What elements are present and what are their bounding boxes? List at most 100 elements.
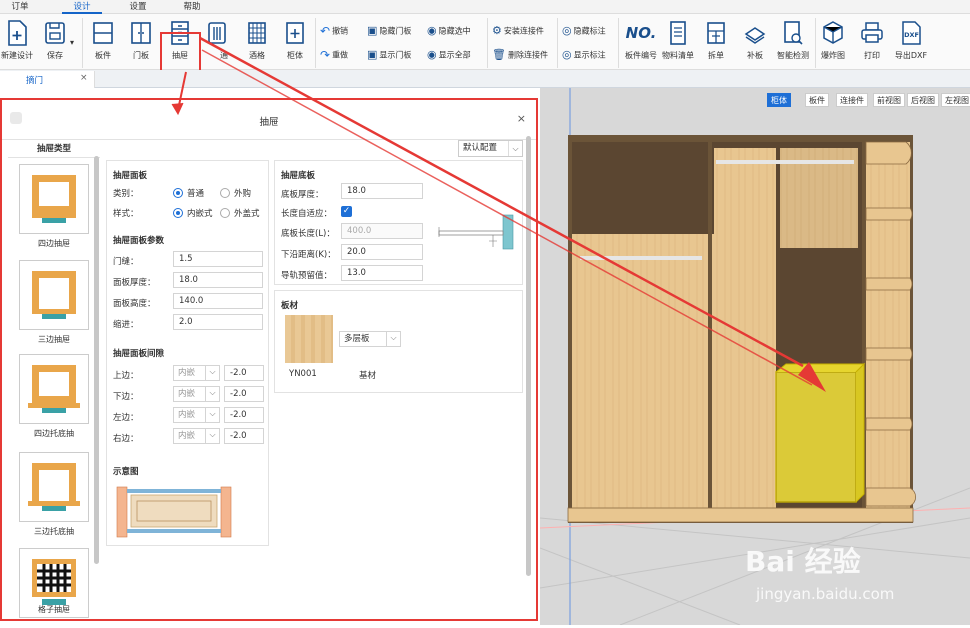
bottom-board-diagram bbox=[438, 214, 514, 250]
explode-view-button[interactable]: 爆炸图 bbox=[814, 20, 852, 61]
view-left-button[interactable]: 左视图 bbox=[941, 93, 970, 107]
view-front-button[interactable]: 前视图 bbox=[873, 93, 905, 107]
style-overlay-radio[interactable] bbox=[220, 208, 230, 218]
cabinet-button[interactable]: 柜体 bbox=[276, 20, 314, 61]
drawer-type-three-side-tray[interactable] bbox=[19, 452, 89, 522]
door-gap-input[interactable]: 1.5 bbox=[173, 251, 263, 267]
delete-connector-button[interactable]: 🗑 删除连接件 bbox=[492, 48, 548, 62]
patch-board-button[interactable]: 补板 bbox=[736, 20, 774, 61]
redo-button[interactable]: ↷ 重做 bbox=[320, 48, 348, 62]
menu-tab-help[interactable]: 帮助 bbox=[172, 1, 212, 14]
drawer-type-title: 抽屉类型 bbox=[8, 142, 100, 158]
board-numbering-button[interactable]: NO. 板件编号 bbox=[621, 20, 661, 61]
save-icon bbox=[45, 22, 65, 44]
printer-icon bbox=[861, 22, 883, 43]
partition-icon bbox=[208, 22, 226, 44]
view-board-button[interactable]: 板件 bbox=[805, 93, 829, 107]
divider bbox=[557, 18, 558, 68]
gap-section-title: 抽屉面板间隙 bbox=[113, 349, 165, 359]
divider bbox=[487, 18, 488, 68]
new-document-icon bbox=[8, 20, 27, 46]
material-panel: 板材 YN001 多层板 ⌵ 基材 bbox=[274, 290, 523, 393]
close-icon[interactable]: × bbox=[80, 73, 88, 83]
new-design-button[interactable]: 新建设计 bbox=[0, 20, 38, 61]
left-gap-input[interactable]: -2.0 bbox=[224, 407, 264, 423]
lower-edge-distance-input[interactable]: 20.0 bbox=[341, 244, 423, 260]
left-gap-mode-select[interactable]: 内嵌 ⌵ bbox=[173, 407, 220, 423]
show-all-button[interactable]: ◉ 显示全部 bbox=[427, 48, 471, 62]
save-dropdown-icon[interactable]: ▾ bbox=[70, 36, 74, 50]
drawer-type-scrollbar[interactable] bbox=[94, 156, 99, 564]
print-button[interactable]: 打印 bbox=[853, 20, 891, 61]
diagram-title: 示意图 bbox=[113, 467, 139, 477]
three-side-tray-drawer-icon bbox=[28, 463, 80, 511]
drawer-type-four-side-tray[interactable] bbox=[19, 354, 89, 424]
material-type-select[interactable]: 多层板 ⌵ bbox=[339, 331, 401, 347]
bottom-gap-mode-select[interactable]: 内嵌 ⌵ bbox=[173, 386, 220, 402]
save-button[interactable]: 保存 bbox=[36, 20, 74, 61]
export-dxf-button[interactable]: DXF 导出DXF bbox=[889, 20, 933, 61]
rail-reserve-input[interactable]: 13.0 bbox=[341, 265, 423, 281]
category-purchased-radio[interactable] bbox=[220, 188, 230, 198]
divider bbox=[82, 18, 83, 68]
dxf-icon-text: DXF bbox=[904, 31, 919, 39]
menu-tab-design[interactable]: 设计 bbox=[62, 1, 102, 14]
right-gap-mode-select[interactable]: 内嵌 ⌵ bbox=[173, 428, 220, 444]
undo-icon: ↶ bbox=[320, 24, 331, 38]
top-gap-mode-select[interactable]: 内嵌 ⌵ bbox=[173, 365, 220, 381]
door-icon bbox=[131, 22, 151, 44]
drawer-type-three-side[interactable] bbox=[19, 260, 89, 330]
chevron-down-icon: ⌵ bbox=[205, 429, 219, 443]
material-swatch[interactable] bbox=[285, 315, 333, 363]
trash-icon: 🗑 bbox=[492, 48, 506, 61]
hide-selected-button[interactable]: ◉ 隐藏选中 bbox=[427, 24, 471, 38]
material-list-button[interactable]: 物料清单 bbox=[659, 20, 697, 61]
four-side-tray-drawer-icon bbox=[28, 365, 80, 413]
close-icon[interactable]: × bbox=[517, 112, 526, 125]
bottom-length-input[interactable]: 400.0 bbox=[341, 223, 423, 239]
door-button[interactable]: 门板 bbox=[122, 20, 160, 61]
view-connector-button[interactable]: 连接件 bbox=[836, 93, 868, 107]
cube-icon bbox=[823, 21, 843, 44]
bottom-gap-input[interactable]: -2.0 bbox=[224, 386, 264, 402]
wine-rack-button[interactable]: 酒格 bbox=[238, 20, 276, 61]
face-section-title: 抽屉面板 bbox=[113, 171, 148, 181]
board-button[interactable]: 板件 bbox=[84, 20, 122, 61]
split-board-button[interactable]: 拆单 bbox=[697, 20, 735, 61]
partition-button[interactable]: 通 bbox=[198, 20, 236, 61]
hide-door-button[interactable]: ▣ 隐藏门板 bbox=[367, 24, 411, 38]
drawer-diagram bbox=[116, 486, 232, 538]
show-annotation-button[interactable]: ◎ 显示标注 bbox=[562, 48, 606, 62]
top-gap-input[interactable]: -2.0 bbox=[224, 365, 264, 381]
style-inset-radio[interactable] bbox=[173, 208, 183, 218]
face-height-input[interactable]: 140.0 bbox=[173, 293, 263, 309]
hide-annotation-button[interactable]: ◎ 隐藏标注 bbox=[562, 24, 606, 38]
drawer-bottom-panel: 抽屉底板 底板厚度： 18.0 长度自适应： ✓ 底板长度(L)： 400.0 … bbox=[274, 160, 523, 285]
dialog-scrollbar[interactable] bbox=[526, 136, 531, 576]
menu-tab-settings[interactable]: 设置 bbox=[118, 1, 158, 14]
divider bbox=[315, 18, 316, 68]
document-tabs: 摘门 × bbox=[0, 70, 970, 88]
dialog-header: 抽屉 × bbox=[2, 100, 536, 140]
redo-icon: ↷ bbox=[320, 48, 331, 62]
document-tab[interactable]: 摘门 × bbox=[0, 71, 95, 88]
preset-select[interactable]: 默认配置 ⌵ bbox=[458, 140, 523, 157]
toolbar: 新建设计 保存 ▾ 板件 门板 抽屉 通 酒格 柜体 ↶ 撤销 ↷ 重做 ▣ 隐藏门板… bbox=[0, 14, 970, 83]
view-cabinet-button[interactable]: 柜体 bbox=[767, 93, 791, 107]
patch-icon bbox=[744, 27, 766, 44]
drawer-type-four-side[interactable] bbox=[19, 164, 89, 234]
face-thickness-input[interactable]: 18.0 bbox=[173, 272, 263, 288]
install-connector-button[interactable]: ⚙ 安装连接件 bbox=[492, 24, 544, 38]
menu-bar: 订单 设计 设置 帮助 bbox=[0, 0, 970, 14]
undo-button[interactable]: ↶ 撤销 bbox=[320, 24, 348, 38]
category-normal-radio[interactable] bbox=[173, 188, 183, 198]
auto-length-checkbox[interactable]: ✓ bbox=[341, 206, 352, 217]
dialog-title: 抽屉 bbox=[259, 117, 279, 128]
bottom-thickness-input[interactable]: 18.0 bbox=[341, 183, 423, 199]
view-back-button[interactable]: 后视图 bbox=[907, 93, 939, 107]
show-door-button[interactable]: ▣ 显示门板 bbox=[367, 48, 411, 62]
smart-check-button[interactable]: 智能检测 bbox=[774, 20, 812, 61]
indent-input[interactable]: 2.0 bbox=[173, 314, 263, 330]
menu-tab-order[interactable]: 订单 bbox=[0, 1, 40, 14]
right-gap-input[interactable]: -2.0 bbox=[224, 428, 264, 444]
